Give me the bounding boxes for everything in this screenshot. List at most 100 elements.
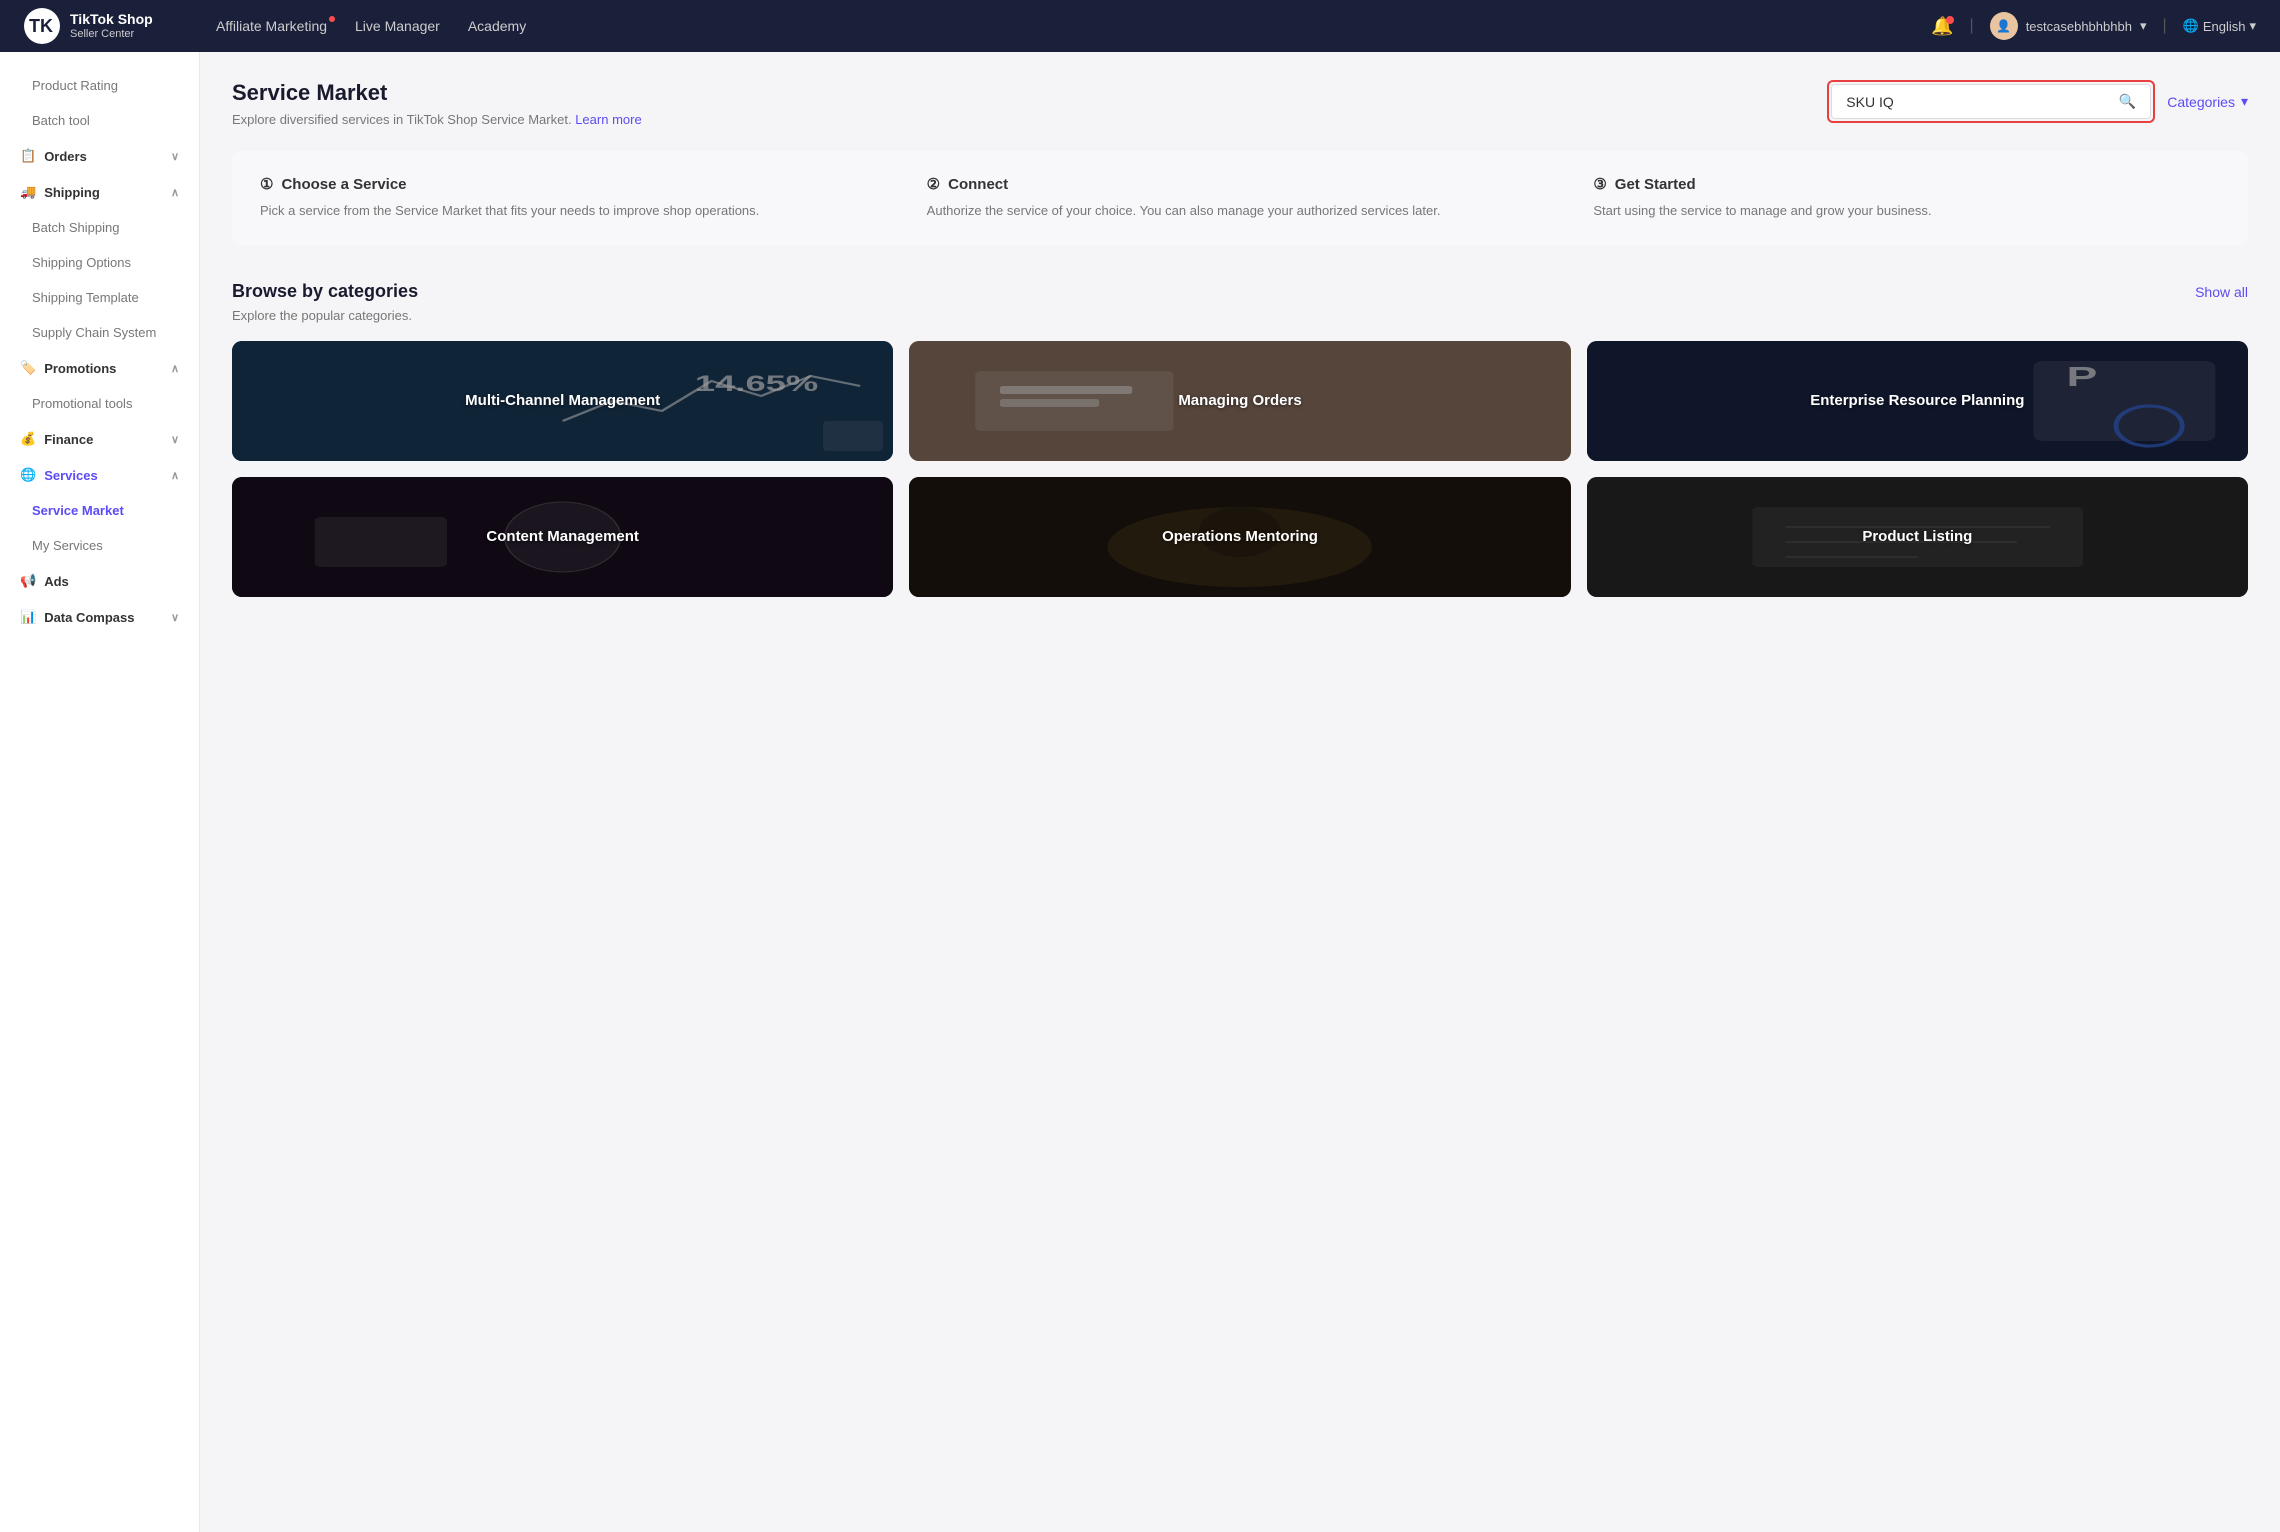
category-label-orders: Managing Orders [1178,392,1301,409]
browse-section: Browse by categories Show all Explore th… [232,281,2248,597]
globe-icon: 🌐 [2183,18,2199,34]
sidebar-item-data-compass[interactable]: 📊 Data Compass ∨ [0,599,199,635]
promotions-icon: 🏷️ [20,360,36,376]
language-label: English [2203,19,2246,34]
orders-icon: 📋 [20,148,36,164]
sidebar-label: My Services [32,538,103,553]
sidebar-item-supply-chain[interactable]: Supply Chain System [0,315,199,350]
steps-row: ① Choose a Service Pick a service from t… [232,151,2248,245]
step-2-num: ② [927,175,940,193]
shipping-icon: 🚚 [20,184,36,200]
top-navigation: TK TikTok Shop Seller Center Affiliate M… [0,0,2280,52]
separator-1: | [1970,17,1974,35]
sidebar-label: Data Compass [44,610,134,625]
services-chevron: ∧ [171,469,179,482]
user-chevron: ▾ [2140,18,2147,34]
nav-live-manager[interactable]: Live Manager [355,18,440,34]
sidebar-item-batch-tool[interactable]: Batch tool [0,103,199,138]
search-icon[interactable]: 🔍 [2119,93,2136,110]
step-1-desc: Pick a service from the Service Market t… [260,201,887,221]
browse-title: Browse by categories [232,281,418,302]
categories-label: Categories [2167,94,2235,110]
category-card-content[interactable]: Content Management [232,477,893,597]
card-overlay: Product Listing [1587,477,2248,597]
lang-chevron: ▾ [2249,18,2256,34]
category-card-multichannel[interactable]: 14.65% Multi-Channel Management [232,341,893,461]
step-2-title: ② Connect [927,175,1554,193]
categories-chevron: ▾ [2241,93,2248,110]
step-1: ① Choose a Service Pick a service from t… [260,175,887,221]
logo-tiktok-label: TikTok Shop [70,12,153,27]
step-1-num: ① [260,175,273,193]
sidebar-label: Promotional tools [32,396,132,411]
sidebar-label: Batch tool [32,113,90,128]
user-menu[interactable]: 👤 testcasebhbhbhbh ▾ [1990,12,2147,40]
sidebar-item-shipping[interactable]: 🚚 Shipping ∧ [0,174,199,210]
step-2-desc: Authorize the service of your choice. Yo… [927,201,1554,221]
shipping-chevron: ∧ [171,186,179,199]
sidebar-item-orders[interactable]: 📋 Orders ∨ [0,138,199,174]
sidebar-item-shipping-options[interactable]: Shipping Options [0,245,199,280]
orders-chevron: ∨ [171,150,179,163]
sidebar-item-finance[interactable]: 💰 Finance ∨ [0,421,199,457]
separator-2: | [2162,17,2166,35]
sidebar-item-promotional-tools[interactable]: Promotional tools [0,386,199,421]
services-icon: 🌐 [20,467,36,483]
ads-icon: 📢 [20,573,36,589]
sidebar-item-services[interactable]: 🌐 Services ∧ [0,457,199,493]
svg-text:TK: TK [29,16,53,36]
category-label-product: Product Listing [1862,528,1972,545]
browse-header: Browse by categories Show all [232,281,2248,302]
logo[interactable]: TK TikTok Shop Seller Center [24,8,184,44]
language-selector[interactable]: 🌐 English ▾ [2183,18,2256,34]
show-all-button[interactable]: Show all [2195,284,2248,300]
sidebar-item-promotions[interactable]: 🏷️ Promotions ∧ [0,350,199,386]
sidebar-item-product-rating[interactable]: Product Rating [0,68,199,103]
data-compass-chevron: ∨ [171,611,179,624]
notification-dot [1946,16,1954,24]
sidebar-label: Shipping Options [32,255,131,270]
card-overlay: Enterprise Resource Planning [1587,341,2248,461]
category-card-product[interactable]: Product Listing [1587,477,2248,597]
browse-subtitle: Explore the popular categories. [232,308,2248,323]
search-area: 🔍 Categories ▾ [1827,80,2248,123]
app-layout: Product Rating Batch tool 📋 Orders ∨ 🚚 S… [0,52,2280,1532]
card-overlay: Multi-Channel Management [232,341,893,461]
categories-button[interactable]: Categories ▾ [2167,93,2248,110]
category-card-orders[interactable]: Managing Orders [909,341,1570,461]
page-header: Service Market Explore diversified servi… [232,80,2248,127]
category-label-content: Content Management [486,528,639,545]
sidebar: Product Rating Batch tool 📋 Orders ∨ 🚚 S… [0,52,200,1532]
learn-more-link[interactable]: Learn more [575,112,641,127]
logo-seller-label: Seller Center [70,28,153,40]
sidebar-item-my-services[interactable]: My Services [0,528,199,563]
nav-academy[interactable]: Academy [468,18,526,34]
card-overlay: Operations Mentoring [909,477,1570,597]
sidebar-item-service-market[interactable]: Service Market [0,493,199,528]
sidebar-label: Batch Shipping [32,220,119,235]
sidebar-label: Finance [44,432,93,447]
category-card-operations[interactable]: Operations Mentoring [909,477,1570,597]
search-box-wrapper: 🔍 [1827,80,2155,123]
sidebar-label: Service Market [32,503,124,518]
sidebar-label: Promotions [44,361,116,376]
category-card-erp[interactable]: P Enterprise Resource Planning [1587,341,2248,461]
category-grid: 14.65% Multi-Channel Management [232,341,2248,597]
step-3: ③ Get Started Start using the service to… [1593,175,2220,221]
data-compass-icon: 📊 [20,609,36,625]
sidebar-item-batch-shipping[interactable]: Batch Shipping [0,210,199,245]
nav-links: Affiliate Marketing Live Manager Academy [216,18,1899,34]
search-input[interactable] [1846,94,2111,110]
finance-chevron: ∨ [171,433,179,446]
step-3-title: ③ Get Started [1593,175,2220,193]
step-2: ② Connect Authorize the service of your … [927,175,1554,221]
nav-affiliate-marketing[interactable]: Affiliate Marketing [216,18,327,34]
sidebar-item-ads[interactable]: 📢 Ads [0,563,199,599]
finance-icon: 💰 [20,431,36,447]
sidebar-item-shipping-template[interactable]: Shipping Template [0,280,199,315]
category-label-operations: Operations Mentoring [1162,528,1318,545]
notification-bell[interactable]: 🔔 [1931,16,1953,37]
card-overlay: Managing Orders [909,341,1570,461]
category-label-multichannel: Multi-Channel Management [465,392,660,409]
search-box: 🔍 [1831,84,2151,119]
